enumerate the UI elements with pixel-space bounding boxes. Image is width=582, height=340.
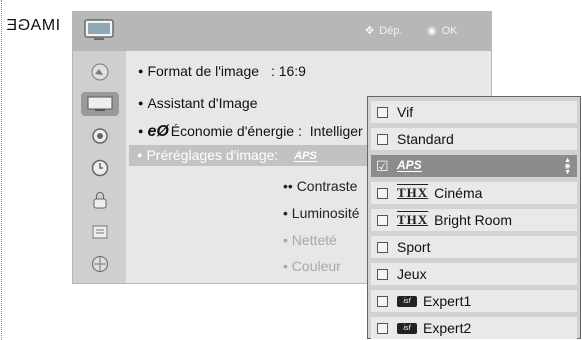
option-label: Expert2: [423, 320, 472, 336]
energy-saving-label: Économie d'énergie :: [170, 123, 302, 139]
page-border-line: [1, 0, 2, 340]
dpad-icon: ✥: [365, 25, 375, 37]
option-expert1[interactable]: isf Expert1: [371, 290, 577, 312]
option-standard[interactable]: Standard: [371, 128, 577, 150]
option-label: Standard: [397, 131, 454, 147]
ok-button-icon: ◉: [427, 25, 437, 37]
option-label: Cinéma: [434, 185, 483, 201]
energy-saving-item[interactable]: ● eØ Économie d'énergie : Intelliger: [138, 123, 363, 141]
ok-hint-label: OK: [441, 25, 458, 37]
eco-icon: eØ: [147, 123, 169, 140]
option-game[interactable]: Jeux: [371, 263, 577, 285]
picture-format-value: : 16:9: [270, 63, 306, 79]
option-label: Sport: [397, 239, 431, 255]
checkbox-icon: [377, 214, 388, 226]
picture-presets-label: Préréglages d'image:: [146, 147, 279, 163]
option-aps[interactable]: ☑ APS ▲ ◉ ▼: [371, 155, 577, 177]
checkbox-icon: [377, 106, 388, 118]
checkmark-icon: ☑: [376, 157, 389, 174]
checkbox-icon: [377, 322, 388, 334]
sound-icon[interactable]: [81, 124, 119, 148]
checkbox-icon: [377, 241, 388, 253]
panel-header: ✥ Dép. ◉ OK: [73, 12, 491, 51]
lock-icon[interactable]: [81, 188, 119, 212]
ok-hint: ◉ OK: [427, 24, 458, 37]
isf-logo: isf: [397, 322, 417, 334]
option-thx-cinema[interactable]: THX Cinéma: [371, 182, 577, 204]
picture-wizard-item[interactable]: ● Assistant d'Image: [138, 95, 258, 111]
scroll-arrows-icon[interactable]: ▲ ◉ ▼: [564, 157, 571, 176]
energy-saving-value: Intelliger: [309, 123, 363, 139]
picture-mode-dropdown: Vif Standard ☑ APS ▲ ◉ ▼ THX Cinéma THX Brigh…: [367, 96, 581, 339]
checkbox-icon: [377, 295, 388, 307]
brightness-item[interactable]: • Luminosité: [283, 205, 360, 221]
option-vivid[interactable]: Vif: [371, 101, 577, 123]
move-hint-label: Dép.: [379, 25, 403, 37]
picture-icon[interactable]: [81, 60, 119, 84]
contrast-item[interactable]: •• Contraste: [283, 178, 357, 194]
thx-logo: THX: [397, 212, 429, 227]
option-thx-bright-room[interactable]: THX Bright Room: [371, 209, 577, 231]
network-icon[interactable]: [81, 252, 119, 276]
picture-presets-item: ● Préréglages d'image: APS: [137, 147, 317, 163]
option-label: Jeux: [397, 266, 427, 282]
option-icon[interactable]: [81, 220, 119, 244]
sharpness-item[interactable]: • Netteté: [283, 232, 337, 248]
checkbox-icon: [377, 187, 388, 199]
picture-presets-row[interactable]: ● Préréglages d'image: APS: [129, 145, 389, 166]
isf-logo: isf: [397, 295, 417, 307]
option-label: Expert1: [423, 293, 472, 309]
option-expert2[interactable]: isf Expert2: [371, 317, 577, 339]
picture-format-label: Format de l'image: [147, 63, 260, 79]
picture-wizard-label: Assistant d'Image: [147, 95, 258, 111]
picture-format-item[interactable]: ● Format de l'image : 16:9: [138, 63, 306, 79]
color-item[interactable]: • Couleur: [283, 258, 341, 274]
move-hint: ✥ Dép.: [365, 24, 402, 37]
clock-icon[interactable]: [81, 156, 119, 180]
checkbox-icon: [377, 133, 388, 145]
aps-logo: APS: [397, 158, 422, 172]
screen-icon[interactable]: [81, 92, 119, 116]
option-sport[interactable]: Sport: [371, 236, 577, 258]
category-sidebar: [73, 51, 126, 283]
option-label: Vif: [397, 104, 414, 120]
tv-icon: [84, 19, 114, 40]
checkbox-icon: [377, 268, 388, 280]
option-label: Bright Room: [434, 212, 512, 228]
mirrored-section-label: IMAGE: [6, 17, 61, 34]
thx-logo: THX: [397, 185, 429, 200]
aps-logo: APS: [294, 149, 317, 162]
